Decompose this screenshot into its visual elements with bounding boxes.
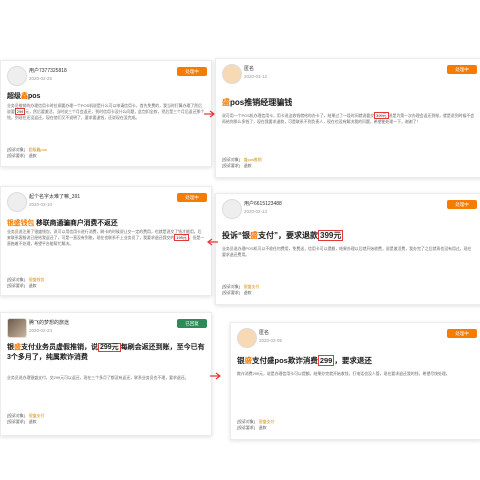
user-name: 腾飞的梦想的旅途	[29, 320, 70, 326]
post-date: 2020-03-10	[29, 202, 53, 207]
complaint-body: 说可用一个POS机办理信用卡，用卡说这收钱就给你办卡了，结果过了一段时间就说要交…	[222, 112, 475, 125]
complaint-body: 业务员说注册了银盛钱包，说可以用信用卡进行消费，刷卡的时候说让交一定的费用，也就…	[7, 229, 205, 247]
user-name: 起个名字太难了嘛_391	[29, 194, 81, 200]
price-highlight: 399元	[374, 112, 389, 119]
arrow-left-icon	[207, 238, 218, 246]
status-badge: 处理中	[447, 65, 477, 74]
complaint-title[interactable]: 投诉“银盛支付”，要求退款 399元	[222, 230, 344, 241]
avatar	[222, 64, 242, 84]
complaint-body: 业务员说办理银盛支付，交299元可以返还，现在三个多月了都没有返还，联系业务员也…	[7, 375, 189, 380]
price-highlight: 299	[14, 108, 26, 116]
complaint-meta: [投诉对象] 盛pos推销 [投诉要求] 退款	[222, 157, 262, 168]
complaint-card[interactable]: 匿名 2020-02-05 处理中 银盛支付盛pos欺诈消费 299 ，要求退还 欺…	[230, 322, 480, 440]
status-badge: 处理中	[447, 200, 477, 209]
complaint-card[interactable]: 匿名 2020-03-12 处理中 盛pos推销经理骗钱 说可用一个POS机办理…	[215, 58, 480, 178]
user-name: 用户6615123488	[244, 201, 282, 207]
complaint-meta: [投诉对象] 超级鑫pos [投诉要求] 退款	[7, 147, 47, 158]
price-highlight: 399元	[318, 230, 344, 241]
status-badge: 处理中	[177, 67, 207, 76]
complaint-title[interactable]: 银盛支付业务员虚假推销，说 299元 每刷会返还到账，至今已有3个多月了，纯属欺诈消…	[7, 343, 205, 363]
price-highlight: 199元	[174, 234, 189, 242]
complaint-title[interactable]: 银盛钱包 移联商通骗商户消费不返还	[7, 217, 118, 227]
complaint-meta: [投诉对象] 银盛钱包 [投诉要求] 退款	[7, 277, 45, 288]
price-highlight: 299	[317, 355, 335, 366]
avatar	[7, 66, 27, 86]
complaint-body: 业务员说办理POS机可以不收任何费用，免费送，信用卡可以提额，结果办理以后就开始…	[222, 246, 472, 258]
arrow-right-icon	[210, 372, 221, 380]
status-badge: 处理中	[447, 329, 477, 338]
complaint-card[interactable]: 用户6615123488 2020-02-13 处理中 投诉“银盛支付”，要求退…	[215, 193, 480, 305]
user-name: 匿名	[259, 330, 270, 336]
complaint-body: 欺诈消费299元，说是办理信用卡可以提额，结果办完就开始收钱，打电话也没人管，现…	[237, 371, 450, 376]
post-date: 2020-02-13	[244, 209, 268, 214]
post-date: 2020-02-05	[259, 338, 283, 343]
complaint-meta: [投诉对象] 银盛支付 [投诉要求] 退款	[7, 413, 45, 424]
avatar	[222, 199, 242, 219]
avatar	[237, 328, 257, 348]
post-date: 2020-03-12	[244, 74, 268, 79]
user-name: 用户7377325818	[29, 68, 67, 74]
complaint-title[interactable]: 银盛支付盛pos欺诈消费 299 ，要求退还	[237, 355, 372, 366]
complaint-title[interactable]: 盛pos推销经理骗钱	[222, 97, 292, 108]
complaint-body: 业务员推销的办理信用卡时拉闸要办理一个POS机说是什么可以申请信用卡，首先免费的…	[7, 103, 205, 121]
complaint-meta: [投诉对象] 银盛支付 [投诉要求] 退款	[237, 419, 275, 430]
complaint-title[interactable]: 超级鑫pos	[7, 91, 40, 101]
complaint-card[interactable]: 起个名字太难了嘛_391 2020-03-10 处理中 银盛钱包 移联商通骗商户…	[0, 186, 212, 296]
post-date: 2020-02-24	[29, 328, 53, 333]
user-name: 匿名	[244, 66, 255, 72]
price-highlight: 299元	[98, 343, 121, 352]
post-date: 2020-02-26	[29, 76, 53, 81]
avatar	[7, 318, 27, 338]
complaint-meta: [投诉对象] 银盛支付 [投诉要求] 退款	[222, 284, 260, 295]
arrow-right-icon	[204, 110, 215, 118]
status-badge: 已回复	[177, 319, 207, 328]
complaint-card[interactable]: 用户7377325818 2020-02-26 处理中 超级鑫pos 业务员推销…	[0, 60, 212, 167]
avatar	[7, 192, 27, 212]
status-badge: 处理中	[177, 193, 207, 202]
complaint-card[interactable]: 腾飞的梦想的旅途 2020-02-24 已回复 银盛支付业务员虚假推销，说 299…	[0, 312, 212, 436]
